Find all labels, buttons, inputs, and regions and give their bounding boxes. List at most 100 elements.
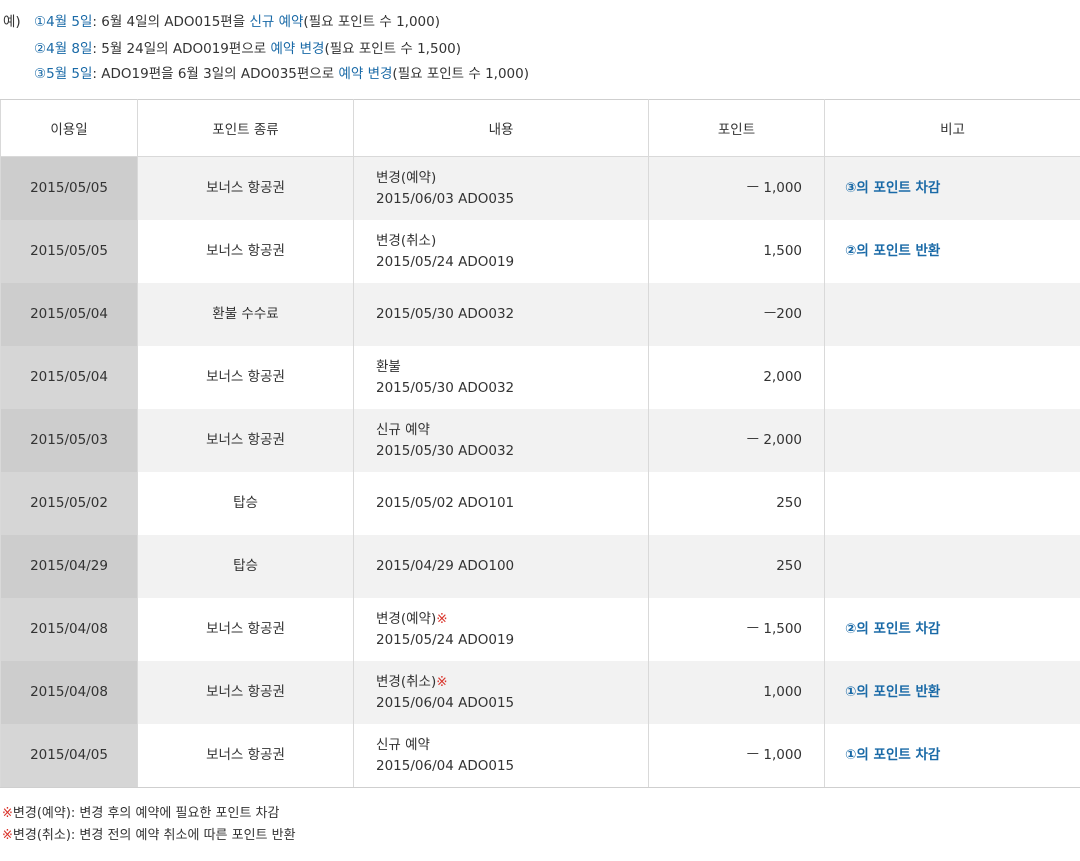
note-mark-icon: ※	[436, 673, 448, 690]
example-date: ①4월 5일	[34, 14, 93, 30]
cell-point-type: 보너스 항공권	[137, 409, 354, 472]
table-row: 2015/04/05 보너스 항공권 신규 예약 2015/06/04 ADO015 ㅡ…	[0, 724, 1080, 788]
footnotes: ※변경(예약): 변경 후의 예약에 필요한 포인트 차감 ※변경(취소): 변…	[2, 803, 296, 847]
cell-points: ㅡ 2,000	[648, 409, 825, 472]
cell-points: ㅡ 1,000	[648, 724, 825, 788]
example-text: : ADO19편을 6월 3일의 ADO035편으로	[92, 66, 339, 82]
cell-point-type: 보너스 항공권	[137, 346, 354, 409]
cell-description: 2015/05/30 ADO032	[353, 283, 649, 346]
example-text: (필요 포인트 수 1,000)	[303, 14, 440, 30]
cell-date: 2015/05/03	[0, 409, 138, 472]
cell-points: 250	[648, 472, 825, 535]
cell-remarks: ②의 포인트 반환	[824, 220, 1080, 283]
cell-points: 1,000	[648, 661, 825, 724]
cell-point-type: 보너스 항공권	[137, 661, 354, 724]
cell-date: 2015/04/08	[0, 661, 138, 724]
description-flight: 2015/06/04 ADO015	[376, 694, 515, 711]
cell-points: 1,500	[648, 220, 825, 283]
cell-date: 2015/04/29	[0, 535, 138, 598]
cell-remarks	[824, 472, 1080, 535]
description-flight: 2015/06/04 ADO015	[376, 757, 515, 774]
cell-point-type: 보너스 항공권	[137, 220, 354, 283]
cell-description: 변경(예약)※ 2015/05/24 ADO019	[353, 598, 649, 661]
cell-points: 2,000	[648, 346, 825, 409]
cell-point-type: 환불 수수료	[137, 283, 354, 346]
table-header-row: 이용일 포인트 종류 내용 포인트 비고	[0, 99, 1080, 157]
description-action: 신규 예약	[376, 421, 430, 438]
description-flight: 2015/05/30 ADO032	[376, 306, 515, 322]
cell-points: ㅡ 1,000	[648, 156, 825, 220]
cell-remarks: ②의 포인트 차감	[824, 598, 1080, 661]
table-row: 2015/05/05 보너스 항공권 변경(취소) 2015/05/24 ADO019…	[0, 220, 1080, 283]
example-line-1: ①4월 5일: 6월 4일의 ADO015편을 신규 예약(필요 포인트 수 1…	[34, 12, 440, 32]
cell-points: ㅡ200	[648, 283, 825, 346]
header-date: 이용일	[0, 99, 138, 157]
footnote: ※변경(취소): 변경 전의 예약 취소에 따른 포인트 반환	[2, 825, 296, 847]
note-mark-icon: ※	[2, 806, 13, 821]
cell-date: 2015/05/04	[0, 283, 138, 346]
cell-date: 2015/05/02	[0, 472, 138, 535]
description-action: 신규 예약	[376, 736, 430, 753]
cell-date: 2015/05/05	[0, 156, 138, 220]
description-action: 변경(예약)	[376, 610, 437, 627]
description-flight: 2015/06/03 ADO035	[376, 190, 515, 207]
cell-description: 2015/05/02 ADO101	[353, 472, 649, 535]
table-row: 2015/05/05 보너스 항공권 변경(예약) 2015/06/03 ADO035…	[0, 156, 1080, 220]
footnote: ※변경(예약): 변경 후의 예약에 필요한 포인트 차감	[2, 803, 296, 825]
header-description: 내용	[353, 99, 649, 157]
description-flight: 2015/05/30 ADO032	[376, 379, 515, 396]
description-flight: 2015/04/29 ADO100	[376, 558, 515, 574]
example-line-3: ③5월 5일: ADO19편을 6월 3일의 ADO035편으로 예약 변경(필…	[34, 64, 529, 84]
cell-description: 변경(취소) 2015/05/24 ADO019	[353, 220, 649, 283]
description-flight: 2015/05/02 ADO101	[376, 495, 515, 511]
cell-description: 2015/04/29 ADO100	[353, 535, 649, 598]
table-row: 2015/05/02 탑승 2015/05/02 ADO101 250	[0, 472, 1080, 535]
description-flight: 2015/05/24 ADO019	[376, 631, 515, 648]
cell-point-type: 보너스 항공권	[137, 156, 354, 220]
cell-remarks	[824, 409, 1080, 472]
example-text: : 5월 24일의 ADO019편으로	[92, 41, 271, 57]
points-history-table: 이용일 포인트 종류 내용 포인트 비고 2015/05/05 보너스 항공권 변경…	[0, 99, 1080, 788]
example-date: ②4월 8일	[34, 41, 93, 57]
description-action: 환불	[376, 358, 401, 375]
cell-remarks	[824, 346, 1080, 409]
example-action: 신규 예약	[249, 14, 304, 30]
description-action: 변경(취소)	[376, 673, 437, 690]
description-action: 변경(예약)	[376, 169, 437, 186]
example-text: : 6월 4일의 ADO015편을	[92, 14, 250, 30]
cell-remarks	[824, 283, 1080, 346]
cell-remarks: ①의 포인트 차감	[824, 724, 1080, 788]
description-action: 변경(취소)	[376, 232, 437, 249]
note-mark-icon: ※	[2, 828, 13, 843]
cell-date: 2015/04/05	[0, 724, 138, 788]
table-row: 2015/04/29 탑승 2015/04/29 ADO100 250	[0, 535, 1080, 598]
example-action: 예약 변경	[270, 41, 325, 57]
table-row: 2015/05/04 환불 수수료 2015/05/30 ADO032 ㅡ200	[0, 283, 1080, 346]
cell-point-type: 탑승	[137, 535, 354, 598]
cell-date: 2015/05/05	[0, 220, 138, 283]
example-prefix: 예)	[3, 14, 21, 30]
description-flight: 2015/05/24 ADO019	[376, 253, 515, 270]
example-line-2: ②4월 8일: 5월 24일의 ADO019편으로 예약 변경(필요 포인트 수…	[34, 39, 461, 59]
footnote-text: 변경(취소): 변경 전의 예약 취소에 따른 포인트 반환	[12, 828, 296, 843]
cell-point-type: 보너스 항공권	[137, 724, 354, 788]
cell-remarks	[824, 535, 1080, 598]
header-point-type: 포인트 종류	[137, 99, 354, 157]
cell-description: 변경(예약) 2015/06/03 ADO035	[353, 156, 649, 220]
cell-remarks: ③의 포인트 차감	[824, 156, 1080, 220]
cell-description: 신규 예약 2015/05/30 ADO032	[353, 409, 649, 472]
cell-point-type: 탑승	[137, 472, 354, 535]
cell-point-type: 보너스 항공권	[137, 598, 354, 661]
example-action: 예약 변경	[338, 66, 393, 82]
cell-description: 변경(취소)※ 2015/06/04 ADO015	[353, 661, 649, 724]
table-row: 2015/05/04 보너스 항공권 환불 2015/05/30 ADO032 2,00…	[0, 346, 1080, 409]
header-remarks: 비고	[824, 99, 1080, 157]
table-row: 2015/04/08 보너스 항공권 변경(취소)※ 2015/06/04 ADO01…	[0, 661, 1080, 724]
cell-date: 2015/04/08	[0, 598, 138, 661]
header-points: 포인트	[648, 99, 825, 157]
note-mark-icon: ※	[436, 610, 448, 627]
cell-description: 신규 예약 2015/06/04 ADO015	[353, 724, 649, 788]
cell-points: ㅡ 1,500	[648, 598, 825, 661]
table-row: 2015/04/08 보너스 항공권 변경(예약)※ 2015/05/24 ADO01…	[0, 598, 1080, 661]
example-text: (필요 포인트 수 1,000)	[392, 66, 529, 82]
